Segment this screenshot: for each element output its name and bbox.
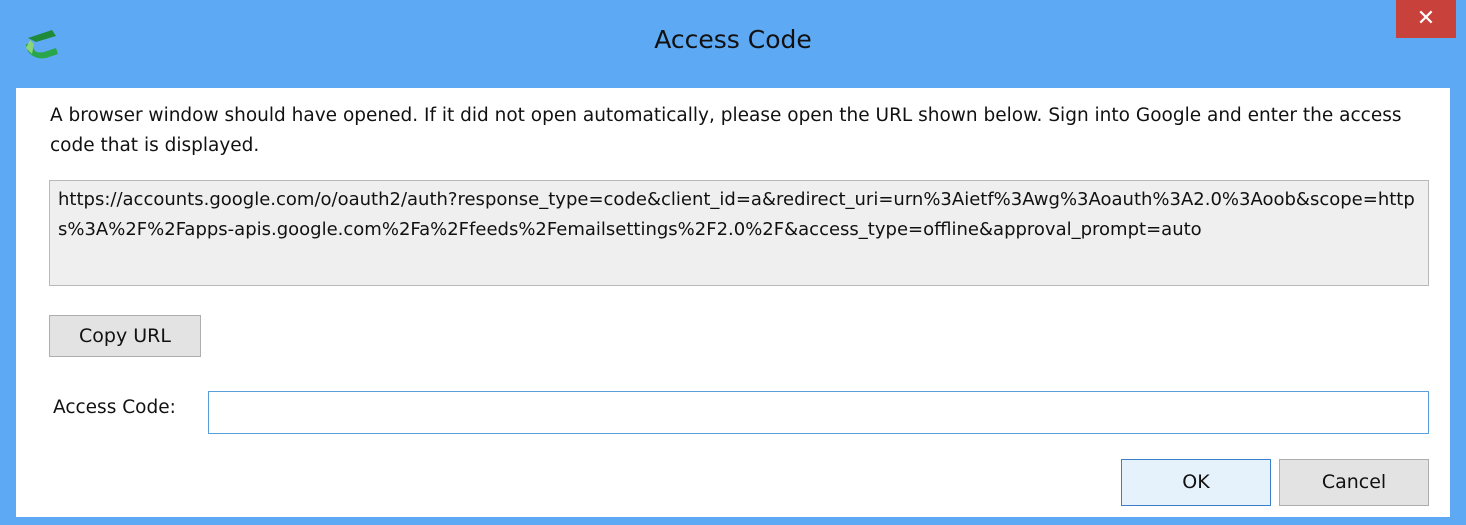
title-bar[interactable]: Access Code ✕ [0, 0, 1466, 88]
dialog-window: Access Code ✕ A browser window should ha… [0, 0, 1466, 525]
dialog-body: A browser window should have opened. If … [16, 88, 1450, 517]
cancel-button[interactable]: Cancel [1279, 459, 1429, 506]
copy-url-button[interactable]: Copy URL [49, 315, 201, 357]
window-title: Access Code [654, 25, 812, 54]
close-icon: ✕ [1416, 6, 1436, 31]
instructions-text: A browser window should have opened. If … [50, 105, 1402, 156]
ok-button[interactable]: OK [1121, 459, 1271, 506]
close-button[interactable]: ✕ [1396, 0, 1456, 38]
auth-url-textbox[interactable]: https://accounts.google.com/o/oauth2/aut… [49, 180, 1429, 286]
access-code-label: Access Code: [53, 397, 176, 418]
access-code-input[interactable] [208, 391, 1429, 434]
